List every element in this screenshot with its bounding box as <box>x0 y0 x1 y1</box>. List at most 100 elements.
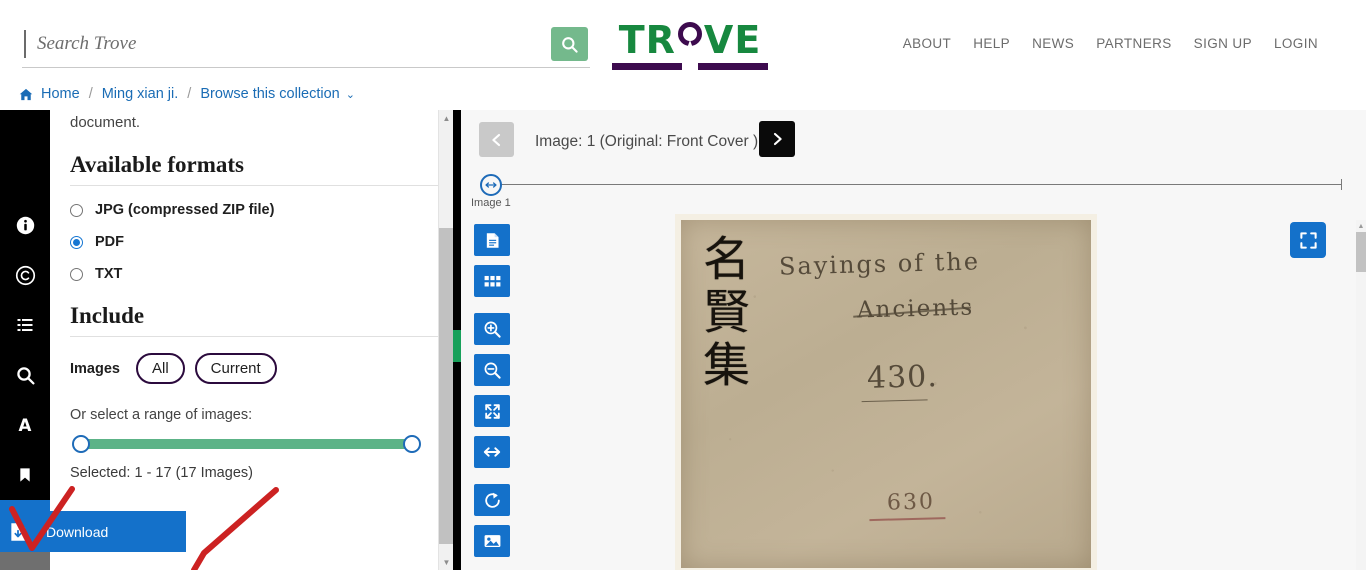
viewer-tool-page-view[interactable] <box>474 224 510 256</box>
viewer-top-bar: Image: 1 (Original: Front Cover ) <box>461 110 1366 168</box>
fullscreen-icon <box>1299 231 1317 249</box>
text-view-icon: A <box>19 416 32 435</box>
timeline-end-tick <box>1341 179 1342 190</box>
radio-jpg[interactable] <box>70 203 83 217</box>
search-input[interactable] <box>26 22 551 66</box>
viewer-edge-position-indicator[interactable] <box>453 330 461 362</box>
manuscript-handwriting-line-1: Sayings of the <box>778 247 981 281</box>
images-scope-current-button[interactable]: Current <box>194 353 277 384</box>
search-icon <box>16 366 35 385</box>
images-scope-all-button[interactable]: All <box>135 353 185 384</box>
viewer-tool-fit-page[interactable] <box>474 395 510 427</box>
svg-text:A: A <box>19 416 32 435</box>
nav-item-news[interactable]: NEWS <box>1032 36 1074 51</box>
logo-text-left: TR <box>618 18 676 62</box>
range-label: Or select a range of images: <box>70 407 253 423</box>
section-divider-formats <box>70 185 438 186</box>
panel-scroll-thumb[interactable] <box>439 228 454 544</box>
viewer-scroll-thumb[interactable] <box>1356 232 1366 272</box>
nav-item-partners[interactable]: PARTNERS <box>1096 36 1171 51</box>
image-settings-icon <box>484 535 500 547</box>
slider-track <box>80 439 405 449</box>
viewer-tool-rotate[interactable] <box>474 484 510 516</box>
format-option-txt-label: TXT <box>95 266 123 282</box>
nav-item-login[interactable]: LOGIN <box>1274 36 1318 51</box>
page-view-icon <box>486 232 499 248</box>
bookmark-icon <box>20 468 30 482</box>
info-circle-icon <box>16 216 34 234</box>
available-formats-heading: Available formats <box>70 152 244 177</box>
panel-scroll-up-arrow[interactable]: ▲ <box>439 110 454 126</box>
images-label: Images <box>70 360 120 377</box>
grid-view-icon <box>484 275 500 286</box>
zoom-in-icon <box>484 321 501 338</box>
breadcrumb-separator-2: / <box>187 86 192 102</box>
viewer-tool-zoom-out[interactable] <box>474 354 510 386</box>
download-options-panel: document. Available formats JPG (compres… <box>50 110 450 570</box>
panel-scrollbar[interactable]: ▲ ▼ <box>438 110 454 570</box>
file-download-icon <box>11 522 26 541</box>
logo-keyhole-icon <box>676 22 704 54</box>
rail-item-text-view[interactable]: A <box>0 400 50 450</box>
previous-image-button[interactable] <box>479 122 514 157</box>
breadcrumb-separator-1: / <box>88 86 93 102</box>
format-option-txt[interactable]: TXT <box>70 266 440 282</box>
images-scope-row: Images All Current <box>70 353 440 384</box>
keyhole-icon <box>677 22 702 54</box>
breadcrumb-home[interactable]: Home <box>41 86 80 102</box>
chevron-down-icon[interactable]: ⌄ <box>346 88 355 101</box>
viewer-scrollbar[interactable]: ▲ <box>1356 220 1366 570</box>
trove-logo[interactable]: TR VE <box>612 18 768 70</box>
include-heading: Include <box>70 303 145 328</box>
rail-item-copyright[interactable] <box>0 250 50 300</box>
viewer-tool-grid-view[interactable] <box>474 265 510 297</box>
manuscript-page[interactable]: 名賢集 Sayings of the Ancients 430. 630 <box>681 220 1091 568</box>
slider-thumb-start[interactable] <box>72 435 90 453</box>
timeline-knob[interactable] <box>480 174 502 196</box>
zoom-out-icon <box>484 362 501 379</box>
home-icon <box>18 87 34 102</box>
next-image-button[interactable] <box>759 121 795 157</box>
manuscript-handwriting-line-2: Ancients <box>856 294 975 324</box>
viewer-tool-image-settings[interactable] <box>474 525 510 557</box>
format-option-pdf[interactable]: PDF <box>70 234 440 250</box>
search-icon <box>562 36 578 53</box>
panel-scroll-down-arrow[interactable]: ▼ <box>439 554 454 570</box>
viewer-tool-fit-width[interactable] <box>474 436 510 468</box>
manuscript-handwriting-line-3: 430. <box>866 359 939 396</box>
nav-item-help[interactable]: HELP <box>973 36 1010 51</box>
rail-item-search[interactable] <box>0 350 50 400</box>
rail-item-info[interactable] <box>0 200 50 250</box>
breadcrumb-collection[interactable]: Ming xian ji. <box>102 86 179 102</box>
chevron-right-icon <box>773 132 782 146</box>
fullscreen-button[interactable] <box>1290 222 1326 258</box>
image-range-slider[interactable] <box>70 435 421 453</box>
nav-item-sign-up[interactable]: SIGN UP <box>1194 36 1252 51</box>
viewer-tool-zoom-in[interactable] <box>474 313 510 345</box>
radio-txt[interactable] <box>70 267 83 281</box>
selected-range-text: Selected: 1 - 17 (17 Images) <box>70 465 253 481</box>
viewer-tool-column <box>474 224 510 566</box>
image-caption: Image: 1 (Original: Front Cover ) <box>535 133 759 150</box>
breadcrumb: Home / Ming xian ji. / Browse this colle… <box>0 78 1366 110</box>
format-option-jpg[interactable]: JPG (compressed ZIP file) <box>70 202 440 218</box>
nav-item-about[interactable]: ABOUT <box>903 36 952 51</box>
viewer-scroll-up-arrow[interactable]: ▲ <box>1356 220 1366 232</box>
slider-thumb-end[interactable] <box>403 435 421 453</box>
manuscript-handwriting-line-4: 630 <box>886 489 936 516</box>
download-tooltip[interactable]: Download <box>0 511 186 552</box>
rail-item-contents[interactable] <box>0 300 50 350</box>
chevron-left-icon <box>492 133 501 146</box>
rail-item-bookmark[interactable] <box>0 450 50 500</box>
logo-text-right: VE <box>703 18 762 62</box>
panel-lead-text: document. <box>70 114 141 131</box>
timeline-track <box>501 184 1342 185</box>
search-button[interactable] <box>551 27 588 61</box>
fit-width-icon <box>483 447 501 457</box>
breadcrumb-browse-collection[interactable]: Browse this collection <box>200 86 339 102</box>
contents-list-icon <box>17 319 33 331</box>
resize-horizontal-icon <box>485 182 497 188</box>
manuscript-image-stage[interactable]: 名賢集 Sayings of the Ancients 430. 630 <box>675 214 1097 570</box>
image-timeline[interactable]: Image 1 <box>461 168 1366 209</box>
radio-pdf[interactable] <box>70 235 83 249</box>
